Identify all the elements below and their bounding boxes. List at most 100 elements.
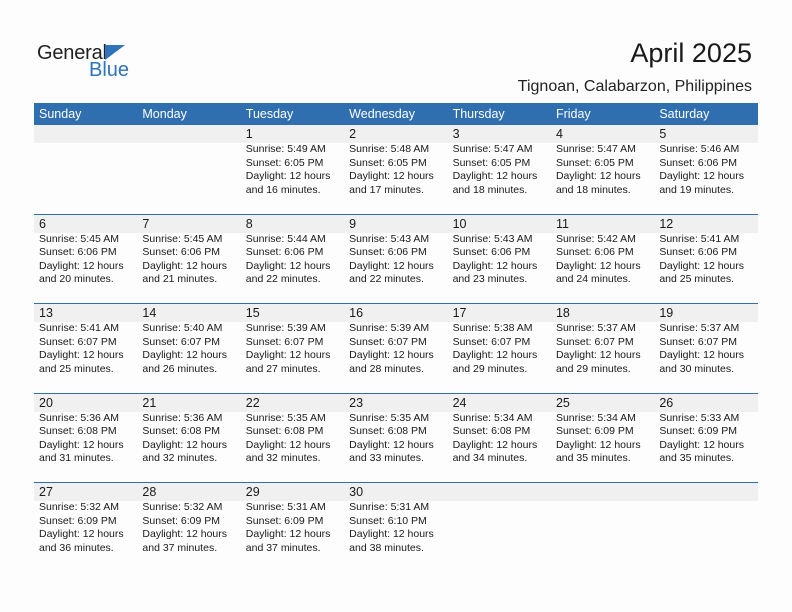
week-row: 6 Sunrise: 5:45 AM Sunset: 6:06 PM Daylight… <box>34 213 758 304</box>
day-cell: 27 Sunrise: 5:32 AM Sunset: 6:09 PM Dayligh… <box>34 483 137 555</box>
day-number: 1 <box>245 127 253 141</box>
sunrise-text: Sunrise: 5:45 AM <box>142 232 223 245</box>
day-number: 6 <box>39 216 46 231</box>
sunrise-text: Sunrise: 5:41 AM <box>39 322 119 334</box>
daylight-minutes-text: and 16 minutes. <box>245 183 321 196</box>
day-cell: 13 Sunrise: 5:41 AM Sunset: 6:07 PM Dayligh… <box>34 304 137 376</box>
day-number: 9 <box>349 216 357 231</box>
day-number: 13 <box>39 306 53 320</box>
day-cell: 14 Sunrise: 5:40 AM Sunset: 6:07 PM Dayligh… <box>137 304 240 376</box>
sunset-text: Sunset: 6:07 PM <box>245 335 324 348</box>
daylight-minutes-text: and 25 minutes. <box>659 273 735 286</box>
sunset-text: Sunset: 6:05 PM <box>555 156 634 169</box>
weekday-tuesday: Tuesday <box>245 107 294 121</box>
daylight-minutes-text: and 17 minutes. <box>349 183 424 196</box>
day-number: 7 <box>142 216 150 231</box>
sunset-text: Sunset: 6:09 PM <box>142 514 221 527</box>
sunset-text: Sunset: 6:07 PM <box>452 335 531 348</box>
day-number: 15 <box>245 306 260 320</box>
daylight-hours-text: Daylight: 12 hours <box>142 259 228 272</box>
weekday-header: Sunday Monday Tuesday Wednesday Thursday… <box>34 103 758 125</box>
day-cell: 21 Sunrise: 5:36 AM Sunset: 6:08 PM Dayligh… <box>137 394 240 466</box>
sunrise-text: Sunrise: 5:43 AM <box>349 232 430 245</box>
daylight-minutes-text: and 28 minutes. <box>349 362 424 375</box>
day-cell: 19 Sunrise: 5:37 AM Sunset: 6:07 PM Dayligh… <box>654 304 757 376</box>
sunset-text: Sunset: 6:06 PM <box>349 246 427 259</box>
day-cell: 15 Sunrise: 5:39 AM Sunset: 6:07 PM Dayligh… <box>241 304 344 376</box>
day-number: 10 <box>452 216 467 231</box>
daylight-hours-text: Daylight: 12 hours <box>555 438 641 451</box>
weekday-wednesday: Wednesday <box>349 107 415 121</box>
day-cell: 8 Sunrise: 5:44 AM Sunset: 6:06 PM Daylight… <box>241 215 344 287</box>
sunset-text: Sunset: 6:06 PM <box>659 156 737 169</box>
sunrise-text: Sunrise: 5:49 AM <box>245 143 326 155</box>
day-cell: 11 Sunrise: 5:42 AM Sunset: 6:06 PM Dayligh… <box>551 215 654 287</box>
day-number: 5 <box>659 127 667 141</box>
sunset-text: Sunset: 6:07 PM <box>555 335 634 348</box>
sunrise-text: Sunrise: 5:42 AM <box>555 232 636 245</box>
logo-triangle-icon <box>105 45 125 60</box>
daylight-hours-text: Daylight: 12 hours <box>245 170 331 183</box>
week-row: 27 Sunrise: 5:32 AM Sunset: 6:09 PM Dayligh… <box>34 482 758 572</box>
day-number: 2 <box>349 127 357 141</box>
daylight-hours-text: Daylight: 12 hours <box>39 438 124 451</box>
empty-day-cell <box>137 125 240 197</box>
daylight-minutes-text: and 27 minutes. <box>245 362 321 375</box>
sunrise-text: Sunrise: 5:32 AM <box>142 501 223 513</box>
day-cell: 3 Sunrise: 5:47 AM Sunset: 6:05 PM Daylight… <box>448 125 551 197</box>
day-cell: 1 Sunrise: 5:49 AM Sunset: 6:05 PM Daylight… <box>241 125 344 197</box>
sunset-text: Sunset: 6:08 PM <box>349 425 427 438</box>
sunset-text: Sunset: 6:09 PM <box>555 425 634 438</box>
day-cell: 20 Sunrise: 5:36 AM Sunset: 6:08 PM Dayligh… <box>34 394 137 466</box>
day-number: 26 <box>659 395 674 410</box>
daylight-hours-text: Daylight: 12 hours <box>452 259 538 272</box>
sunset-text: Sunset: 6:08 PM <box>142 425 221 438</box>
sunset-text: Sunset: 6:07 PM <box>39 335 117 348</box>
day-cell: 16 Sunrise: 5:39 AM Sunset: 6:07 PM Dayligh… <box>344 304 447 376</box>
location-subtitle: Tignoan, Calabarzon, Philippines <box>517 78 752 95</box>
sunset-text: Sunset: 6:05 PM <box>452 156 531 169</box>
daylight-hours-text: Daylight: 12 hours <box>452 170 538 183</box>
sunrise-text: Sunrise: 5:39 AM <box>245 322 326 334</box>
day-number: 16 <box>349 306 364 320</box>
day-number: 18 <box>555 306 570 320</box>
day-cell: 24 Sunrise: 5:34 AM Sunset: 6:08 PM Dayligh… <box>448 394 551 466</box>
daylight-hours-text: Daylight: 12 hours <box>349 170 434 183</box>
sunrise-text: Sunrise: 5:33 AM <box>659 411 740 424</box>
week-row: 13 Sunrise: 5:41 AM Sunset: 6:07 PM Dayligh… <box>34 303 758 393</box>
sunrise-text: Sunrise: 5:47 AM <box>555 143 636 155</box>
sunrise-text: Sunrise: 5:45 AM <box>39 232 119 245</box>
page-title: April 2025 <box>630 38 752 68</box>
sunset-text: Sunset: 6:06 PM <box>659 246 737 259</box>
empty-day-cell <box>448 483 551 555</box>
daylight-minutes-text: and 29 minutes. <box>555 362 631 375</box>
day-number: 28 <box>142 485 157 499</box>
day-cell: 12 Sunrise: 5:41 AM Sunset: 6:06 PM Dayligh… <box>654 215 757 287</box>
day-number: 27 <box>39 485 53 499</box>
sunset-text: Sunset: 6:06 PM <box>555 246 634 259</box>
sunset-text: Sunset: 6:07 PM <box>142 335 221 348</box>
sunset-text: Sunset: 6:05 PM <box>245 156 324 169</box>
empty-day-cell <box>34 125 137 197</box>
weekday-monday: Monday <box>142 107 187 121</box>
daylight-minutes-text: and 30 minutes. <box>659 362 735 375</box>
daylight-hours-text: Daylight: 12 hours <box>659 349 744 362</box>
sunrise-text: Sunrise: 5:37 AM <box>555 322 636 334</box>
daylight-hours-text: Daylight: 12 hours <box>142 438 228 451</box>
day-number: 3 <box>452 127 460 141</box>
daylight-hours-text: Daylight: 12 hours <box>245 528 331 541</box>
sunrise-text: Sunrise: 5:39 AM <box>349 322 430 334</box>
sunrise-text: Sunrise: 5:35 AM <box>245 411 326 424</box>
daylight-hours-text: Daylight: 12 hours <box>39 528 124 541</box>
sunset-text: Sunset: 6:08 PM <box>452 425 531 438</box>
daylight-minutes-text: and 20 minutes. <box>39 273 114 286</box>
day-cell: 26 Sunrise: 5:33 AM Sunset: 6:09 PM Dayligh… <box>654 394 757 466</box>
daylight-hours-text: Daylight: 12 hours <box>349 528 434 541</box>
daylight-minutes-text: and 22 minutes. <box>349 273 424 286</box>
sunset-text: Sunset: 6:06 PM <box>39 246 117 259</box>
daylight-minutes-text: and 24 minutes. <box>555 273 631 286</box>
day-cell: 18 Sunrise: 5:37 AM Sunset: 6:07 PM Dayligh… <box>551 304 654 376</box>
weekday-sunday: Sunday <box>39 107 82 121</box>
daylight-hours-text: Daylight: 12 hours <box>245 349 331 362</box>
daylight-hours-text: Daylight: 12 hours <box>452 438 538 451</box>
